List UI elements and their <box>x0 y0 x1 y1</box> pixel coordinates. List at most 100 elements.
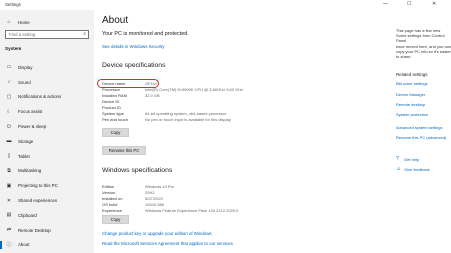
spec-value: 19042.985 <box>145 201 164 207</box>
sidebar-item-shared-experiences[interactable]: ✕ Shared experiences <box>0 193 94 208</box>
sidebar-item-label: Tablet <box>18 153 30 159</box>
sidebar-item-label: Multitasking <box>18 168 42 174</box>
related-link-rename-this-pc-advanced[interactable]: Rename this PC (advanced) <box>396 135 446 140</box>
spec-label: Device name <box>102 80 126 86</box>
windows-specs-table: Edition Windows 10 Pro Version 20H2 Installe… <box>102 183 362 213</box>
close-button[interactable]: ✕ <box>432 1 436 7</box>
intro-line: Some settings from Control Panel <box>396 33 445 44</box>
spec-value: 64-bit operating system, x64-based proce… <box>145 110 227 116</box>
security-details-link[interactable]: See details in Windows Security <box>102 44 164 49</box>
spec-value: 32.0 GB <box>145 92 160 98</box>
title-bar: Settings — ☐ ✕ <box>0 0 451 10</box>
rename-pc-button[interactable]: Rename this PC <box>102 146 146 155</box>
multitasking-icon: ⧉ <box>7 167 11 174</box>
main-content: About Your PC is monitored and protected… <box>94 10 390 253</box>
notifications-icon: ▢ <box>6 93 12 100</box>
sidebar-item-label: Projecting to this PC <box>18 183 58 189</box>
sidebar-item-label: Notifications & actions <box>18 94 62 100</box>
related-panel: This page has a few new Some settings fro… <box>390 10 451 253</box>
sidebar-item-label: Remote Desktop <box>18 227 51 233</box>
window-title: Settings <box>5 2 21 7</box>
related-link-remote-desktop[interactable]: Remote desktop <box>396 102 425 107</box>
sidebar-item-power-sleep[interactable]: ⏻ Power & sleep <box>0 119 94 134</box>
give-feedback-link[interactable]: ☺ Give feedback <box>396 166 430 172</box>
info-icon: ⓘ <box>6 242 12 249</box>
sidebar-item-clipboard[interactable]: ▤ Clipboard <box>0 208 94 223</box>
sidebar-item-notifications-actions[interactable]: ▢ Notifications & actions <box>0 90 94 105</box>
page-title: About <box>102 15 129 26</box>
intro-line: to share. <box>396 54 412 60</box>
copy-windows-specs-button[interactable]: Copy <box>102 215 129 224</box>
sidebar-item-label: Clipboard <box>18 212 37 218</box>
spec-label: Product ID <box>102 104 121 110</box>
sidebar-item-sound[interactable]: ♪ Sound <box>0 75 94 90</box>
services-agreement-link[interactable]: Read the Microsoft Services Agreement th… <box>102 241 233 246</box>
spec-value: No pen or touch input is available for t… <box>145 116 231 122</box>
windows-specs-heading: Windows specifications <box>102 167 173 174</box>
sidebar-item-label: Shared experiences <box>18 198 58 204</box>
get-help-link[interactable]: ? Get help <box>396 156 419 162</box>
sidebar-item-storage[interactable]: ▬ Storage <box>0 134 94 149</box>
spec-label: Installed on <box>102 195 123 201</box>
help-icon: ? <box>396 156 399 162</box>
home-label: Home <box>18 19 30 25</box>
clipboard-icon: ▤ <box>6 212 12 219</box>
spec-label: Installed RAM <box>102 92 127 98</box>
spec-label: System type <box>102 110 125 116</box>
intro-text: This page has a few new Some settings fro… <box>396 28 451 59</box>
sidebar-item-label: About <box>18 242 30 248</box>
sound-icon: ♪ <box>7 79 11 86</box>
sidebar-item-label: Power & sleep <box>18 124 47 130</box>
related-link-advanced-system-settings[interactable]: Advanced system settings <box>396 125 442 130</box>
sidebar-item-remote-desktop[interactable]: ⇄ Remote Desktop <box>0 223 94 238</box>
spec-value: Intel(R) Core(TM) i9-9900K CPU @ 3.60GHz… <box>145 86 244 92</box>
help-link-label: Get help <box>404 156 420 162</box>
moon-icon: ☾ <box>6 108 12 115</box>
spec-value: 20H2 <box>145 189 155 195</box>
device-specs-table: Device name GPUvl Processor Intel(R) Core(T… <box>102 80 362 122</box>
product-key-link[interactable]: Change product key or upgrade your editi… <box>102 231 212 236</box>
spec-value: GPUvl <box>145 80 157 86</box>
related-link-bitlocker-settings[interactable]: BitLocker settings <box>396 81 428 86</box>
feedback-icon: ☺ <box>396 166 402 172</box>
spec-value: Windows Feature Experience Pack 120.2212… <box>145 207 239 213</box>
protection-status: Your PC is monitored and protected. <box>102 31 189 37</box>
search-input[interactable] <box>6 31 78 38</box>
shared-icon: ✕ <box>6 197 12 204</box>
home-nav-item[interactable]: ⌂ Home <box>5 17 91 27</box>
help-link-label: Give feedback <box>404 166 430 172</box>
spec-label: Device ID <box>102 98 120 104</box>
related-settings-heading: Related settings <box>396 72 428 77</box>
copy-device-specs-button[interactable]: Copy <box>102 128 129 137</box>
spec-row: Experience Windows Feature Experience Pac… <box>102 207 362 213</box>
system-nav-list: ▭ Display ♪ Sound ▢ Notifications & actions ☾ F… <box>0 60 94 252</box>
spec-value: Windows 10 Pro <box>145 183 175 189</box>
sidebar-item-label: Display <box>18 64 33 70</box>
minimize-button[interactable]: — <box>383 1 388 7</box>
sidebar-item-label: Storage <box>18 138 34 144</box>
related-link-device-manager[interactable]: Device Manager <box>396 92 425 97</box>
sidebar-item-label: Sound <box>18 79 31 85</box>
sidebar-item-projecting-to-this-pc[interactable]: ▣ Projecting to this PC <box>0 178 94 193</box>
remote-desktop-icon: ⇄ <box>6 227 12 234</box>
device-specs-heading: Device specifications <box>102 62 166 69</box>
sidebar-item-about[interactable]: ⓘ About <box>0 238 94 253</box>
home-icon: ⌂ <box>7 19 11 25</box>
sidebar-item-multitasking[interactable]: ⧉ Multitasking <box>0 164 94 179</box>
sidebar-item-label: Focus assist <box>18 109 43 115</box>
spec-label: Version <box>102 189 116 195</box>
sidebar-item-display[interactable]: ▭ Display <box>0 60 94 75</box>
spec-row: Pen and touch No pen or touch input is av… <box>102 116 362 122</box>
related-link-system-protection[interactable]: System protection <box>396 112 428 117</box>
spec-label: Experience <box>102 207 123 213</box>
spec-label: Pen and touch <box>102 116 128 122</box>
sidebar-item-focus-assist[interactable]: ☾ Focus assist <box>0 104 94 119</box>
sidebar: ⌂ Home ⌕ System ▭ Display ♪ Sound ▢ Notificat… <box>0 10 94 253</box>
maximize-button[interactable]: ☐ <box>407 1 411 7</box>
tablet-icon: ▯ <box>7 153 11 160</box>
projecting-icon: ▣ <box>6 182 12 189</box>
sidebar-item-tablet[interactable]: ▯ Tablet <box>0 149 94 164</box>
search-box[interactable]: ⌕ <box>5 30 89 39</box>
spec-value: 5/27/2020 <box>145 195 163 201</box>
spec-label: OS build <box>102 201 118 207</box>
